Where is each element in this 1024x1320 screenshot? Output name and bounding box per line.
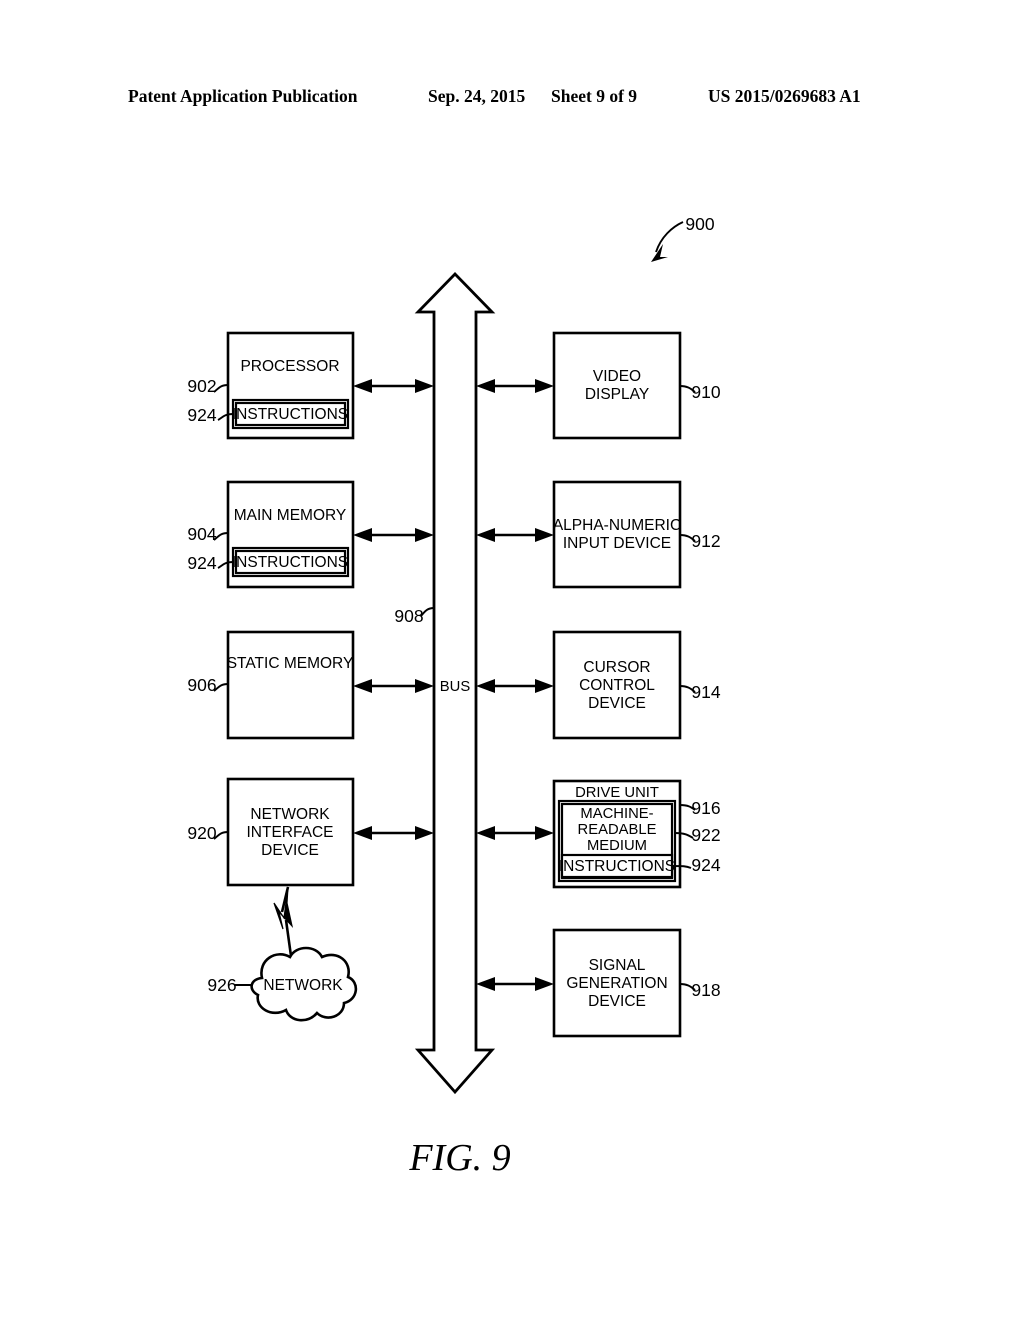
ref-number-900: 900 — [685, 214, 714, 234]
connector-static-memory-bus — [353, 679, 434, 693]
ref-number-912: 912 — [691, 531, 720, 551]
cursor-control-title-line3: DEVICE — [588, 695, 646, 712]
signal-generation-title-line1: SIGNAL — [589, 957, 646, 974]
main-memory-instructions-label: INSTRUCTIONS — [232, 554, 348, 571]
alpha-numeric-title-line1: ALPHA-NUMERIC — [553, 517, 681, 534]
network-interface-title-line3: DEVICE — [261, 842, 319, 859]
machine-readable-medium-line2: READABLE — [578, 822, 657, 838]
block-signal-generation-device: SIGNAL GENERATION DEVICE 918 — [552, 928, 721, 1038]
main-memory-title: MAIN MEMORY — [234, 507, 347, 524]
drive-unit-title: DRIVE UNIT — [575, 785, 659, 801]
signal-generation-title-line3: DEVICE — [588, 993, 646, 1010]
processor-instructions-label: INSTRUCTIONS — [232, 406, 348, 423]
processor-title: PROCESSOR — [240, 358, 339, 375]
static-memory-title: STATIC MEMORY — [227, 655, 354, 672]
cursor-control-title-line1: CURSOR — [583, 659, 650, 676]
system-callout-900: 900 — [651, 214, 715, 262]
ref-number-914: 914 — [691, 682, 720, 702]
connector-bus-cursor-control — [476, 679, 554, 693]
block-main-memory: MAIN MEMORY INSTRUCTIONS 904 924 — [187, 480, 355, 589]
figure-9-diagram: 900 BUS 908 PROCESSOR INSTRUCTIONS 902 9… — [187, 214, 721, 1179]
connector-main-memory-bus — [353, 528, 434, 542]
connector-bus-video-display — [476, 379, 554, 393]
block-drive-unit: DRIVE UNIT MACHINE- READABLE MEDIUM INST… — [552, 779, 721, 889]
network-interface-title-line1: NETWORK — [250, 806, 330, 823]
ref-number-908: 908 — [394, 606, 423, 626]
ref-number-910: 910 — [691, 382, 720, 402]
machine-readable-medium-line1: MACHINE- — [580, 806, 653, 822]
wireless-link-icon — [273, 886, 294, 957]
ref-number-904: 904 — [187, 524, 216, 544]
block-network-interface-device: NETWORK INTERFACE DEVICE 920 — [187, 777, 355, 887]
ref-number-924-drive-unit: 924 — [691, 855, 720, 875]
ref-number-906: 906 — [187, 675, 216, 695]
ref-number-920: 920 — [187, 823, 216, 843]
ref-number-918: 918 — [691, 980, 720, 1000]
video-display-title-line2: DISPLAY — [585, 386, 649, 403]
network-interface-title-line2: INTERFACE — [247, 824, 334, 841]
network-cloud: NETWORK 926 — [207, 946, 358, 1022]
connector-processor-bus — [353, 379, 434, 393]
ref-number-916: 916 — [691, 798, 720, 818]
connector-bus-drive-unit — [476, 826, 554, 840]
drive-unit-instructions-label: INSTRUCTIONS — [559, 858, 675, 875]
ref-number-902: 902 — [187, 376, 216, 396]
block-video-display: VIDEO DISPLAY 910 — [552, 331, 721, 440]
video-display-title-line1: VIDEO — [593, 368, 641, 385]
ref-number-924-main-memory: 924 — [187, 553, 216, 573]
alpha-numeric-title-line2: INPUT DEVICE — [563, 535, 671, 552]
network-cloud-label: NETWORK — [263, 977, 343, 994]
ref-number-926: 926 — [207, 975, 236, 995]
connector-bus-alpha-numeric-input — [476, 528, 554, 542]
patent-sheet: Patent Application Publication Sep. 24, … — [0, 0, 1024, 1320]
ref-number-924-processor: 924 — [187, 405, 216, 425]
signal-generation-title-line2: GENERATION — [566, 975, 667, 992]
connector-network-interface-bus — [353, 826, 434, 840]
system-bus: BUS 908 — [394, 271, 496, 1095]
block-static-memory: STATIC MEMORY 906 — [187, 630, 355, 740]
block-cursor-control-device: CURSOR CONTROL DEVICE 914 — [552, 630, 721, 740]
bus-label: BUS — [440, 679, 471, 695]
machine-readable-medium-line3: MEDIUM — [587, 838, 647, 854]
block-alpha-numeric-input-device: ALPHA-NUMERIC INPUT DEVICE 912 — [552, 480, 721, 589]
figure-caption: FIG. 9 — [408, 1137, 510, 1179]
ref-number-922: 922 — [691, 825, 720, 845]
connector-bus-signal-generation — [476, 977, 554, 991]
block-processor: PROCESSOR INSTRUCTIONS 902 924 — [187, 331, 355, 440]
cursor-control-title-line2: CONTROL — [579, 677, 655, 694]
